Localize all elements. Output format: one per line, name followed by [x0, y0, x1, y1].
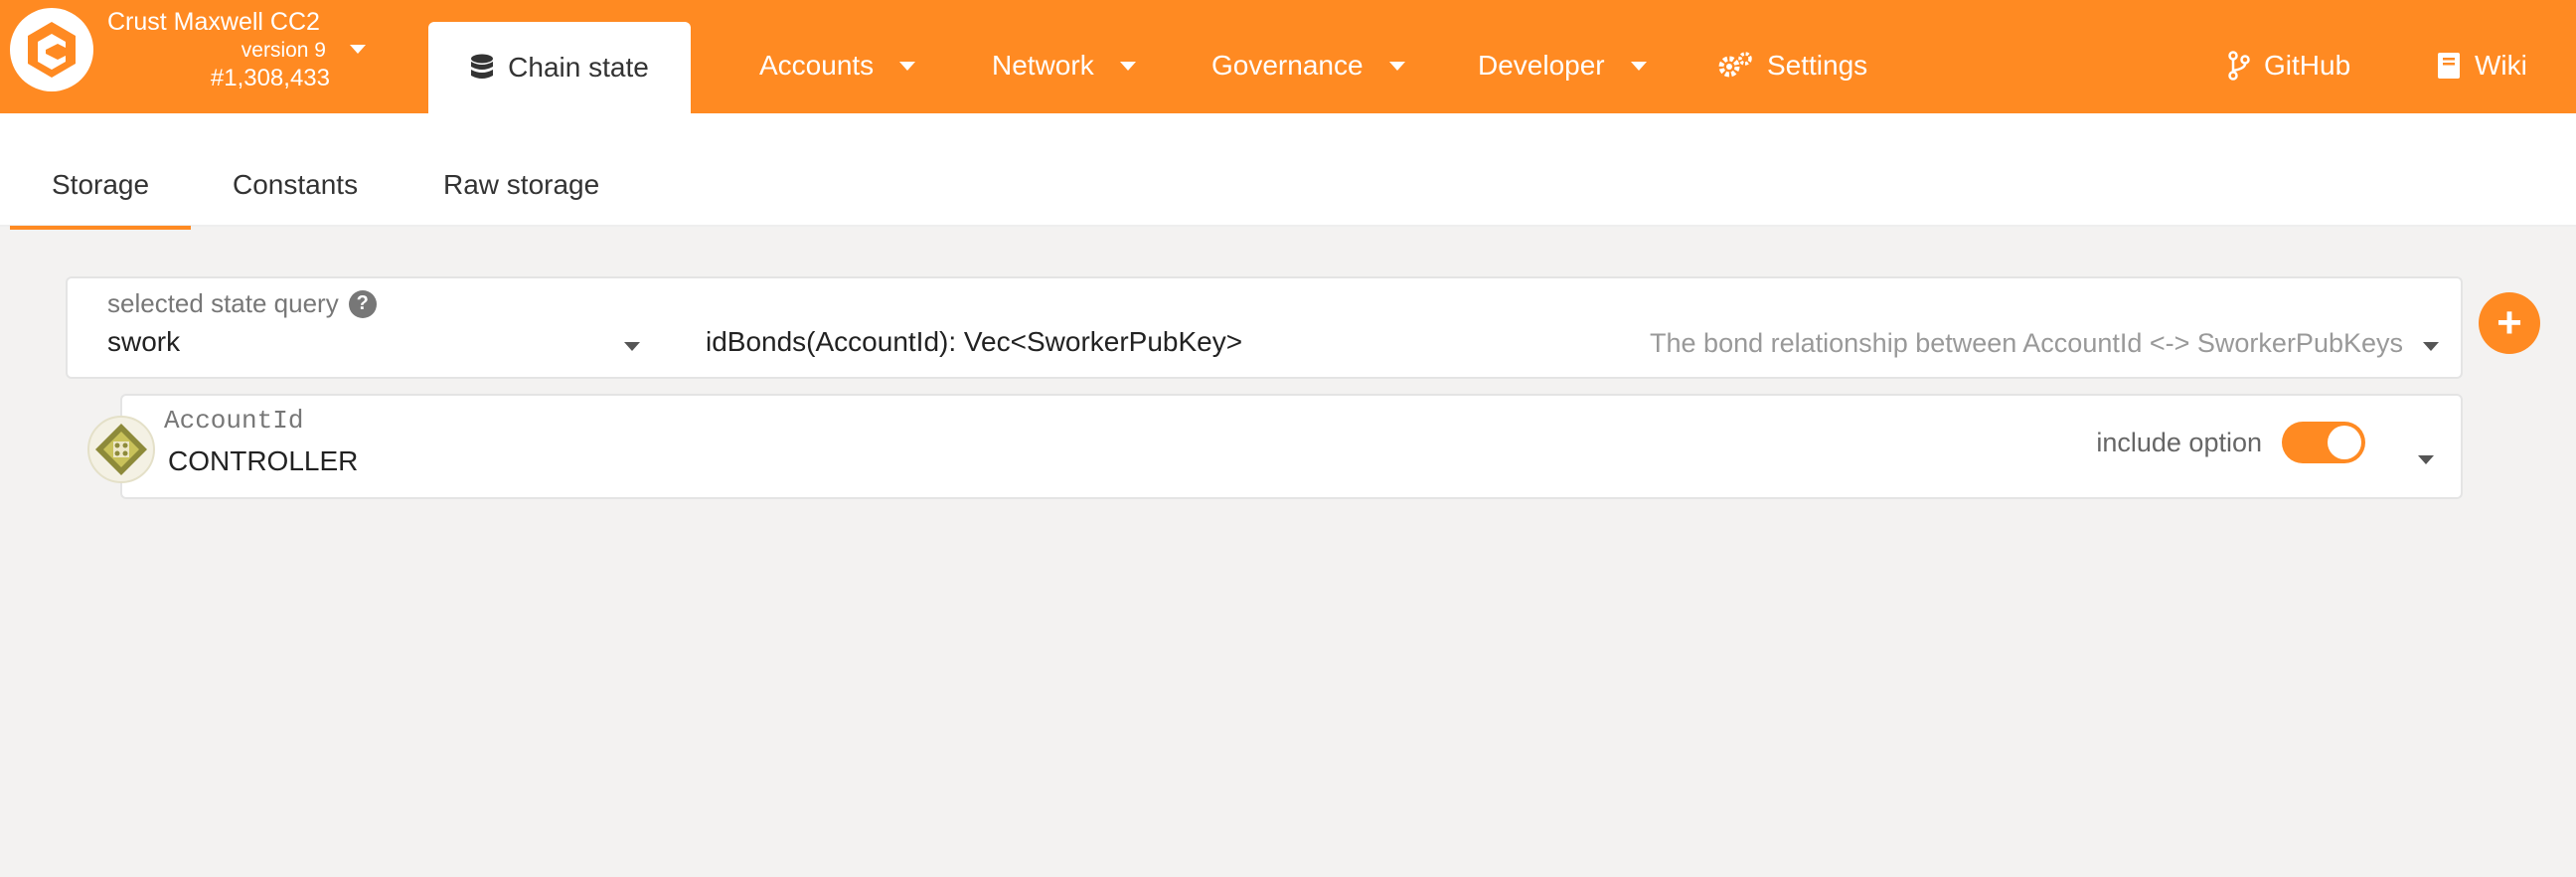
chevron-down-icon[interactable] — [2423, 342, 2439, 351]
query-label: selected state query ? — [107, 288, 377, 319]
include-option-toggle[interactable]: include option — [2096, 422, 2365, 463]
include-option-label: include option — [2096, 427, 2262, 457]
nav-developer[interactable]: Developer — [1478, 40, 1647, 91]
book-icon — [2438, 53, 2460, 79]
state-query-selector: selected state query ? swork idBonds(Acc… — [66, 276, 2463, 379]
subtab-raw-storage[interactable]: Raw storage — [443, 169, 599, 201]
chevron-down-icon — [1119, 61, 1136, 71]
toggle-switch[interactable] — [2282, 422, 2365, 463]
crust-logo-icon[interactable] — [10, 8, 93, 91]
chevron-down-icon[interactable] — [2418, 455, 2434, 464]
subtab-storage[interactable]: Storage — [52, 169, 149, 201]
nav-network-label: Network — [992, 50, 1094, 81]
nav-accounts[interactable]: Accounts — [759, 40, 916, 91]
method-description: The bond relationship between AccountId … — [1650, 328, 2403, 358]
chevron-down-icon — [899, 61, 916, 71]
toggle-knob — [2328, 426, 2361, 459]
subtab-constants[interactable]: Constants — [233, 169, 358, 201]
nav-network[interactable]: Network — [992, 40, 1136, 91]
nav-governance-label: Governance — [1211, 50, 1364, 81]
nav-settings[interactable]: Settings — [1717, 40, 1867, 91]
add-query-button[interactable]: + — [2479, 292, 2540, 354]
nav-github-label: GitHub — [2264, 50, 2351, 81]
chevron-down-icon[interactable] — [350, 45, 366, 54]
nav-wiki-label: Wiki — [2475, 50, 2527, 81]
query-label-text: selected state query — [107, 288, 339, 318]
code-branch-icon — [2228, 51, 2250, 81]
help-icon[interactable]: ? — [348, 289, 377, 318]
nav-governance[interactable]: Governance — [1211, 40, 1405, 91]
active-subtab-indicator — [10, 226, 191, 230]
account-dropdown[interactable]: CONTROLLER — [168, 445, 358, 477]
nav-github[interactable]: GitHub — [2228, 40, 2350, 91]
chevron-down-icon — [1630, 61, 1647, 71]
chain-selector[interactable]: Crust Maxwell CC2 version 9 #1,308,433 — [107, 6, 346, 93]
tab-chain-state[interactable]: Chain state — [428, 22, 691, 113]
sub-navigation: Storage Constants Raw storage — [0, 113, 2576, 227]
nav-settings-label: Settings — [1767, 50, 1868, 81]
nav-accounts-label: Accounts — [759, 50, 875, 81]
database-icon — [471, 54, 494, 79]
account-param-input[interactable]: AccountId CONTROLLER include option — [120, 394, 2463, 499]
gears-icon — [1718, 52, 1752, 78]
section-dropdown[interactable]: swork — [107, 326, 180, 358]
best-block-number: #1,308,433 — [210, 65, 330, 91]
method-dropdown[interactable]: idBonds(AccountId): Vec<SworkerPubKey> — [706, 326, 1242, 358]
nav-wiki[interactable]: Wiki — [2437, 40, 2527, 91]
tab-chain-state-label: Chain state — [508, 52, 649, 83]
chain-name: Crust Maxwell CC2 — [107, 8, 320, 36]
chevron-down-icon — [1388, 61, 1405, 71]
chevron-down-icon[interactable] — [624, 342, 640, 351]
account-identicon-icon[interactable] — [87, 416, 155, 483]
top-navbar: Crust Maxwell CC2 version 9 #1,308,433 C… — [0, 0, 2576, 113]
nav-developer-label: Developer — [1478, 50, 1605, 81]
param-label: AccountId — [164, 406, 304, 436]
chain-version: version 9 — [241, 39, 326, 62]
